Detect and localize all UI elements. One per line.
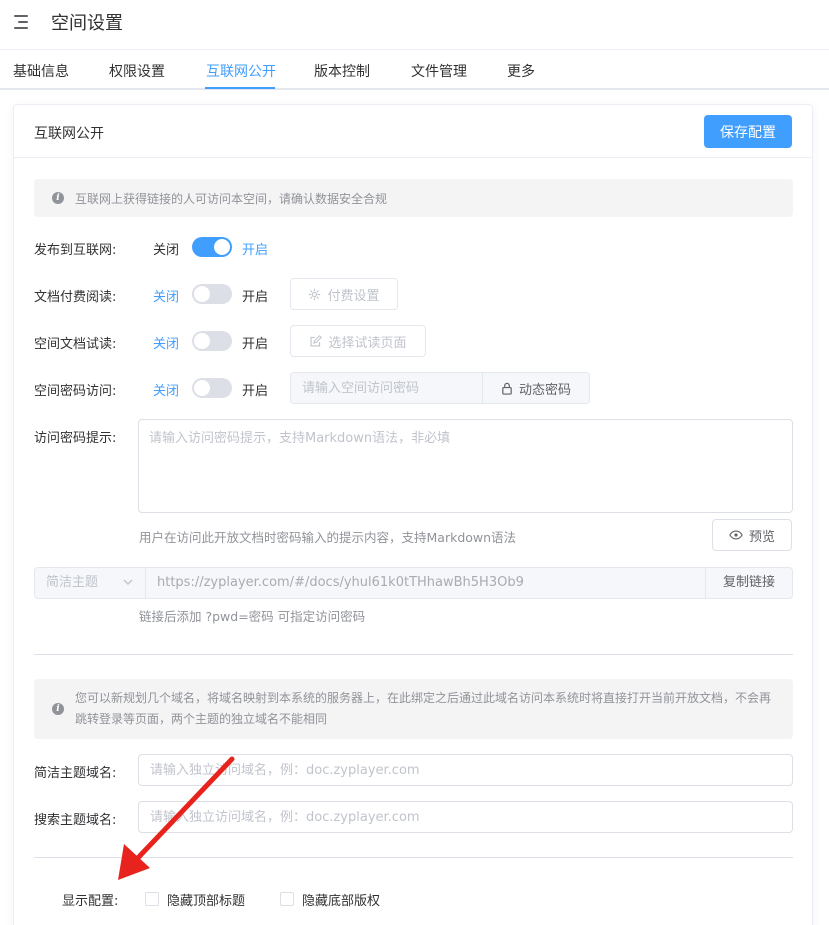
paid-settings-button-label: 付费设置 <box>327 288 380 304</box>
hide-top-title-checkbox[interactable] <box>145 892 159 906</box>
share-url-text[interactable]: https://zyplayer.com/#/docs/yhul61k0tTHh… <box>157 568 524 598</box>
simple-domain-input[interactable] <box>138 754 793 786</box>
section-divider <box>34 857 793 858</box>
select-trial-pages-button[interactable]: 选择试读页面 <box>290 325 426 357</box>
password-access-off-label: 关闭 <box>153 384 180 399</box>
paid-reading-switch[interactable] <box>192 284 232 304</box>
lock-icon <box>502 382 512 395</box>
password-hint-label: 访问密码提示: <box>34 431 117 446</box>
publish-off-label: 关闭 <box>153 243 180 258</box>
password-hint-help: 用户在访问此开放文档时密码输入的提示内容，支持Markdown语法 <box>139 530 517 545</box>
password-access-switch[interactable] <box>192 378 232 398</box>
paid-reading-off-label: 关闭 <box>153 290 180 305</box>
trial-reading-off-label: 关闭 <box>153 337 180 352</box>
settings-tabs: 基础信息 权限设置 互联网公开 版本控制 文件管理 更多 <box>0 49 829 90</box>
section-divider <box>34 654 793 655</box>
theme-select[interactable]: 简洁主题 <box>35 568 146 598</box>
page-title: 空间设置 <box>51 13 123 34</box>
domain-info-alert: i 您可以新规划几个域名，将域名映射到本系统的服务器上，在此绑定之后通过此域名访… <box>34 679 793 739</box>
edit-icon <box>310 334 323 347</box>
save-config-button[interactable]: 保存配置 <box>704 115 792 148</box>
info-icon: i <box>52 703 64 715</box>
search-domain-label: 搜索主题域名: <box>34 813 117 828</box>
menu-fold-icon[interactable] <box>14 15 30 29</box>
paid-reading-label: 文档付费阅读: <box>34 290 117 305</box>
paid-reading-on-label: 开启 <box>242 290 269 305</box>
domain-info-text: 您可以新规划几个域名，将域名映射到本系统的服务器上，在此绑定之后通过此域名访问本… <box>75 691 772 726</box>
tab-permissions[interactable]: 权限设置 <box>109 61 165 81</box>
display-config-label: 显示配置: <box>62 894 119 909</box>
tab-file-management[interactable]: 文件管理 <box>411 61 467 81</box>
password-access-label: 空间密码访问: <box>34 384 117 399</box>
info-icon: i <box>52 192 64 204</box>
space-password-input[interactable] <box>290 372 484 404</box>
share-url-group: 简洁主题 https://zyplayer.com/#/docs/yhul61k… <box>34 567 793 599</box>
card-title: 互联网公开 <box>34 126 104 142</box>
tab-internet-public[interactable]: 互联网公开 <box>206 61 276 81</box>
card-header: 互联网公开 保存配置 <box>14 105 812 158</box>
publish-on-label: 开启 <box>242 243 269 258</box>
copy-link-button[interactable]: 复制链接 <box>705 568 792 598</box>
internet-public-card: 互联网公开 保存配置 i 互联网上获得链接的人可访问本空间，请确认数据安全合规 … <box>13 104 813 925</box>
dynamic-password-button-label: 动态密码 <box>518 382 571 398</box>
dynamic-password-button[interactable]: 动态密码 <box>482 372 590 404</box>
publish-label: 发布到互联网: <box>34 243 117 258</box>
gear-icon <box>309 288 321 300</box>
tab-basic-info[interactable]: 基础信息 <box>13 61 69 81</box>
hide-bottom-copyright-checkbox[interactable] <box>280 892 294 906</box>
top-bar: 空间设置 <box>0 0 829 48</box>
chevron-down-icon <box>123 579 133 585</box>
hide-bottom-copyright-label[interactable]: 隐藏底部版权 <box>302 890 380 909</box>
theme-select-value: 简洁主题 <box>46 575 99 590</box>
share-url-help: 链接后添加 ?pwd=密码 可指定访问密码 <box>139 609 366 624</box>
eye-icon <box>729 530 743 540</box>
preview-button[interactable]: 预览 <box>712 519 792 551</box>
publish-switch[interactable] <box>192 237 232 257</box>
hide-top-title-label[interactable]: 隐藏顶部标题 <box>167 890 245 909</box>
trial-reading-on-label: 开启 <box>242 337 269 352</box>
paid-settings-button[interactable]: 付费设置 <box>290 278 398 310</box>
trial-reading-label: 空间文档试读: <box>34 337 117 352</box>
public-warning-alert: i 互联网上获得链接的人可访问本空间，请确认数据安全合规 <box>34 179 793 217</box>
public-warning-text: 互联网上获得链接的人可访问本空间，请确认数据安全合规 <box>75 192 388 206</box>
select-trial-pages-button-label: 选择试读页面 <box>328 335 407 351</box>
trial-reading-switch[interactable] <box>192 331 232 351</box>
simple-domain-label: 简洁主题域名: <box>34 766 117 781</box>
password-hint-textarea[interactable] <box>138 419 793 513</box>
search-domain-input[interactable] <box>138 801 793 833</box>
active-tab-indicator <box>205 87 275 89</box>
tab-more[interactable]: 更多 <box>507 61 535 81</box>
tab-version-control[interactable]: 版本控制 <box>314 61 370 81</box>
preview-button-label: 预览 <box>748 529 775 545</box>
password-access-on-label: 开启 <box>242 384 269 399</box>
